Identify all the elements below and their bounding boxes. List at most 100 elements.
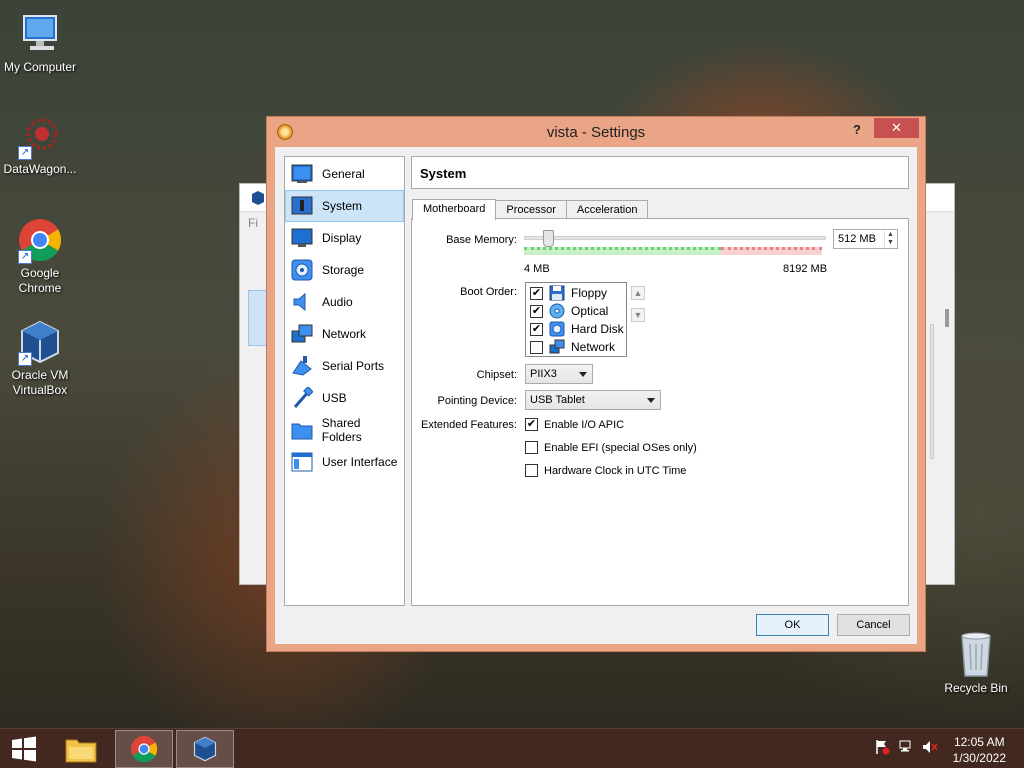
dialog-client-area: General System Display Storage Audio Net… xyxy=(275,147,917,644)
boot-item-optical[interactable]: ✔ Optical xyxy=(526,302,626,320)
tab-motherboard[interactable]: Motherboard xyxy=(412,199,497,220)
taskbar-chrome[interactable] xyxy=(115,730,173,768)
taskbar-virtualbox[interactable] xyxy=(176,730,234,768)
move-up-button[interactable]: ▲ xyxy=(631,286,645,300)
system-icon xyxy=(290,194,314,218)
pointing-device-combobox[interactable]: USB Tablet xyxy=(525,390,661,410)
network-tray-icon[interactable] xyxy=(898,739,914,755)
shortcut-arrow-icon: ↗ xyxy=(18,352,32,366)
dialog-title: vista - Settings xyxy=(546,124,646,141)
feature-label: Hardware Clock in UTC Time xyxy=(544,464,687,477)
category-label: Serial Ports xyxy=(322,359,385,373)
shortcut-arrow-icon: ↗ xyxy=(18,250,32,264)
datawagon-icon: ↗ xyxy=(16,112,64,160)
base-memory-spinbox[interactable]: 512 MB ▲ ▼ xyxy=(833,229,898,249)
manager-menu-file[interactable]: Fi xyxy=(248,216,258,230)
arrow-down-icon: ▼ xyxy=(633,310,643,320)
feature-label: Enable EFI (special OSes only) xyxy=(544,441,697,454)
memory-min-label: 4 MB xyxy=(524,263,550,275)
boot-optical-checkbox[interactable]: ✔ xyxy=(530,304,543,318)
page-title: System xyxy=(411,156,909,189)
category-audio[interactable]: Audio xyxy=(285,286,404,318)
boot-item-label: Floppy xyxy=(571,286,608,300)
base-memory-slider[interactable] xyxy=(524,230,826,247)
category-system[interactable]: System xyxy=(285,190,404,222)
action-center-flag-icon[interactable] xyxy=(874,739,890,755)
desktop-icon-recycle-bin[interactable]: Recycle Bin xyxy=(936,630,1016,695)
help-button[interactable]: ? xyxy=(847,120,867,140)
desktop-icon-label: Google Chrome xyxy=(18,266,62,295)
taskbar-file-explorer[interactable] xyxy=(52,730,110,768)
extended-features-label: Extended Features: xyxy=(420,419,517,431)
category-user-interface[interactable]: User Interface xyxy=(285,446,404,478)
desktop-icon-label: My Computer xyxy=(3,60,77,74)
utc-clock-checkbox[interactable] xyxy=(525,464,538,477)
desktop-icon-label: Oracle VM VirtualBox xyxy=(11,368,69,397)
feature-efi[interactable]: Enable EFI (special OSes only) xyxy=(525,441,697,454)
close-icon: ✕ xyxy=(891,120,902,135)
base-memory-slider-thumb[interactable] xyxy=(543,230,554,247)
arrow-up-icon: ▲ xyxy=(633,288,643,298)
category-label: Shared Folders xyxy=(321,416,362,444)
desktop-icon-datawagon[interactable]: ↗ DataWagon... xyxy=(0,112,80,177)
boot-item-floppy[interactable]: ✔ Floppy xyxy=(526,284,626,302)
spin-arrows-icon[interactable]: ▲ ▼ xyxy=(884,231,896,247)
manager-scrollbar[interactable] xyxy=(945,309,949,327)
boot-item-hard-disk[interactable]: ✔ Hard Disk xyxy=(526,320,626,338)
desktop-icon-my-computer[interactable]: My Computer xyxy=(0,10,80,75)
category-general[interactable]: General xyxy=(285,158,404,190)
feature-utc-clock[interactable]: Hardware Clock in UTC Time xyxy=(525,464,686,477)
feature-io-apic[interactable]: ✔ Enable I/O APIC xyxy=(525,418,624,431)
windows-logo-icon xyxy=(12,736,36,762)
desktop-icon-google-chrome[interactable]: ↗ Google Chrome xyxy=(0,216,80,296)
category-label: User Interface xyxy=(322,455,398,469)
usb-icon xyxy=(290,386,314,410)
ok-button[interactable]: OK xyxy=(756,614,829,636)
computer-icon xyxy=(16,10,64,58)
clock-date: 1/30/2022 xyxy=(952,751,1006,765)
boot-floppy-checkbox[interactable]: ✔ xyxy=(530,286,543,300)
category-list: General System Display Storage Audio Net… xyxy=(284,156,405,606)
settings-dialog[interactable]: vista - Settings ? ✕ General System Disp… xyxy=(266,116,926,652)
category-storage[interactable]: Storage xyxy=(285,254,404,286)
boot-item-label: Optical xyxy=(571,304,609,318)
close-button[interactable]: ✕ xyxy=(874,118,919,138)
shortcut-arrow-icon: ↗ xyxy=(18,146,32,160)
category-network[interactable]: Network xyxy=(285,318,404,350)
boot-item-label: Network xyxy=(571,340,616,354)
system-clock[interactable]: 12:05 AM 1/30/2022 xyxy=(953,734,1006,766)
category-usb[interactable]: USB xyxy=(285,382,404,414)
cancel-button[interactable]: Cancel xyxy=(837,614,910,636)
category-serial-ports[interactable]: Serial Ports xyxy=(285,350,404,382)
category-shared-folders[interactable]: Shared Folders xyxy=(285,414,404,446)
memory-max-label: 8192 MB xyxy=(783,263,828,275)
chipset-combobox[interactable]: PIIX3 xyxy=(525,364,593,384)
boot-order-list: ✔ Floppy ✔ Optical ✔ Hard Disk Network xyxy=(525,282,627,357)
category-label: Audio xyxy=(322,295,353,309)
boot-network-checkbox[interactable] xyxy=(530,340,543,354)
move-down-button[interactable]: ▼ xyxy=(631,308,645,322)
virtualbox-icon xyxy=(193,736,217,762)
category-label: Network xyxy=(322,327,367,341)
io-apic-checkbox[interactable]: ✔ xyxy=(525,418,538,431)
hard-disk-icon xyxy=(549,321,565,337)
motherboard-page: Base Memory: 4 MB 8192 MB 512 MB ▲ ▼ Boot… xyxy=(411,218,909,606)
boot-hard-disk-checkbox[interactable]: ✔ xyxy=(530,322,543,336)
floppy-icon xyxy=(549,285,565,301)
tab-processor[interactable]: Processor xyxy=(495,200,567,219)
tab-acceleration[interactable]: Acceleration xyxy=(565,200,649,219)
category-label: System xyxy=(322,199,363,213)
virtualbox-icon: ↗ xyxy=(16,318,64,366)
folder-icon xyxy=(65,739,97,763)
category-label: Storage xyxy=(322,263,365,277)
start-button[interactable] xyxy=(0,730,48,768)
category-display[interactable]: Display xyxy=(285,222,404,254)
boot-item-network[interactable]: Network xyxy=(526,338,626,356)
virtualbox-icon xyxy=(252,191,264,205)
network-icon xyxy=(290,322,314,346)
desktop-icon-virtualbox[interactable]: ↗ Oracle VM VirtualBox xyxy=(0,318,80,398)
dialog-titlebar[interactable]: vista - Settings ? ✕ xyxy=(267,117,925,147)
volume-muted-icon[interactable] xyxy=(922,739,938,755)
efi-checkbox[interactable] xyxy=(525,441,538,454)
boot-order-label: Boot Order: xyxy=(460,286,517,298)
